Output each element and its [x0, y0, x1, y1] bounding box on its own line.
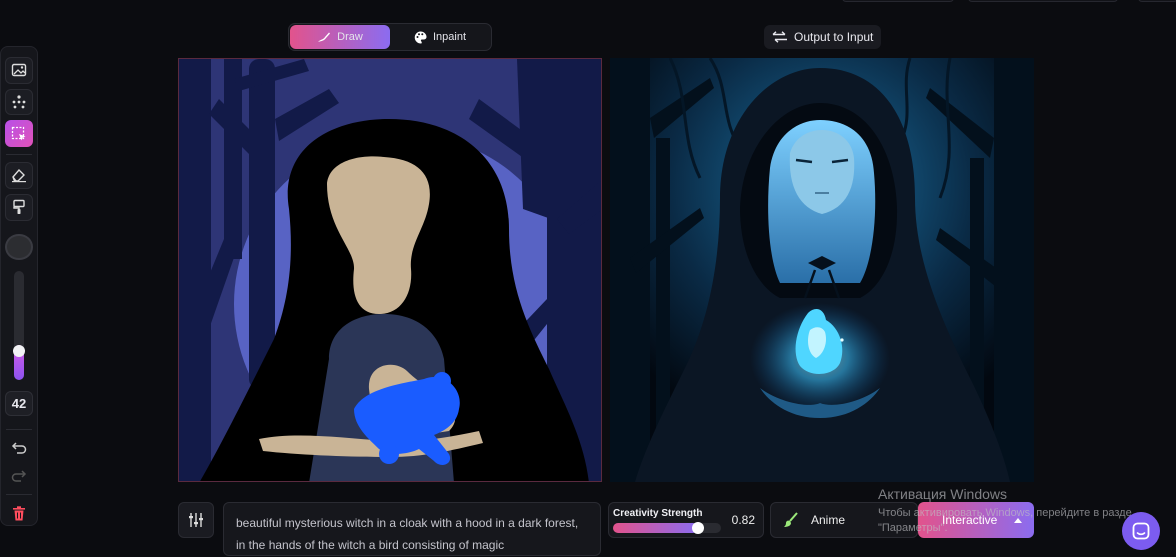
header-stub-3 — [1138, 0, 1176, 2]
selection-tool-button[interactable] — [5, 120, 33, 148]
eraser-tool-button[interactable] — [5, 162, 33, 189]
sketch-drawing — [179, 59, 601, 481]
creativity-strength-value[interactable]: 0.82 — [732, 513, 755, 527]
generated-witch-image — [610, 58, 1034, 482]
image-upload-icon — [11, 64, 27, 77]
output-to-input-button[interactable]: Output to Input — [764, 25, 882, 49]
output-image — [610, 58, 1034, 482]
undo-button[interactable] — [5, 437, 33, 460]
brush-size-value[interactable]: 42 — [5, 390, 33, 416]
draw-mode-button[interactable]: Draw — [290, 25, 390, 49]
header-stub-2 — [968, 0, 1118, 2]
drawing-toolbar: 42 — [0, 46, 38, 526]
style-label: Anime — [811, 513, 846, 527]
chat-support-button[interactable] — [1122, 512, 1160, 550]
interactive-label: Interactive — [942, 513, 998, 527]
eraser-icon — [12, 169, 26, 183]
paint-fill-icon — [13, 199, 25, 215]
settings-button[interactable] — [178, 502, 214, 538]
toolbar-divider — [6, 154, 32, 156]
palette-icon — [414, 31, 427, 44]
caret-up-icon[interactable] — [1014, 517, 1022, 523]
style-select[interactable]: Anime — [770, 502, 918, 538]
creativity-strength-control: Creativity Strength 0.82 — [608, 502, 764, 538]
undo-icon — [11, 442, 27, 454]
fill-tool-button[interactable] — [5, 193, 33, 221]
pen-stroke-icon — [318, 32, 331, 42]
trash-icon — [13, 506, 25, 521]
toolbar-divider — [6, 428, 32, 430]
creativity-strength-knob[interactable] — [691, 522, 704, 534]
brush-size-knob[interactable] — [13, 345, 25, 357]
redo-button[interactable] — [5, 464, 33, 487]
output-to-input-label: Output to Input — [794, 30, 874, 44]
brush-icon — [784, 512, 798, 527]
creativity-strength-fill — [613, 523, 698, 533]
watermark-title: Активация Windows — [878, 486, 1008, 502]
prompt-input[interactable]: beautiful mysterious witch in a cloak wi… — [223, 502, 601, 556]
image-upload-button[interactable] — [5, 57, 33, 84]
brush-color-swatch[interactable] — [5, 233, 33, 261]
inpaint-mode-button[interactable]: Inpaint — [390, 25, 490, 49]
pose-tool-button[interactable] — [5, 88, 33, 116]
header-stub-1 — [842, 0, 954, 2]
draw-mode-label: Draw — [337, 31, 363, 43]
creativity-strength-slider[interactable] — [613, 522, 721, 534]
drawing-canvas[interactable] — [178, 58, 602, 482]
creativity-strength-label: Creativity Strength — [613, 508, 703, 519]
toolbar-divider — [6, 494, 32, 496]
selection-cursor-icon — [11, 126, 26, 141]
sliders-icon — [189, 513, 203, 527]
swap-arrows-icon — [772, 31, 787, 43]
delete-button[interactable] — [5, 502, 33, 525]
pose-nodes-icon — [12, 95, 26, 109]
redo-icon — [11, 470, 27, 482]
chat-icon — [1132, 522, 1150, 540]
mode-toggle: Draw Inpaint — [288, 23, 492, 51]
inpaint-mode-label: Inpaint — [432, 31, 467, 43]
brush-size-slider[interactable] — [13, 271, 25, 380]
interactive-generate-button[interactable]: Interactive — [918, 502, 1034, 538]
